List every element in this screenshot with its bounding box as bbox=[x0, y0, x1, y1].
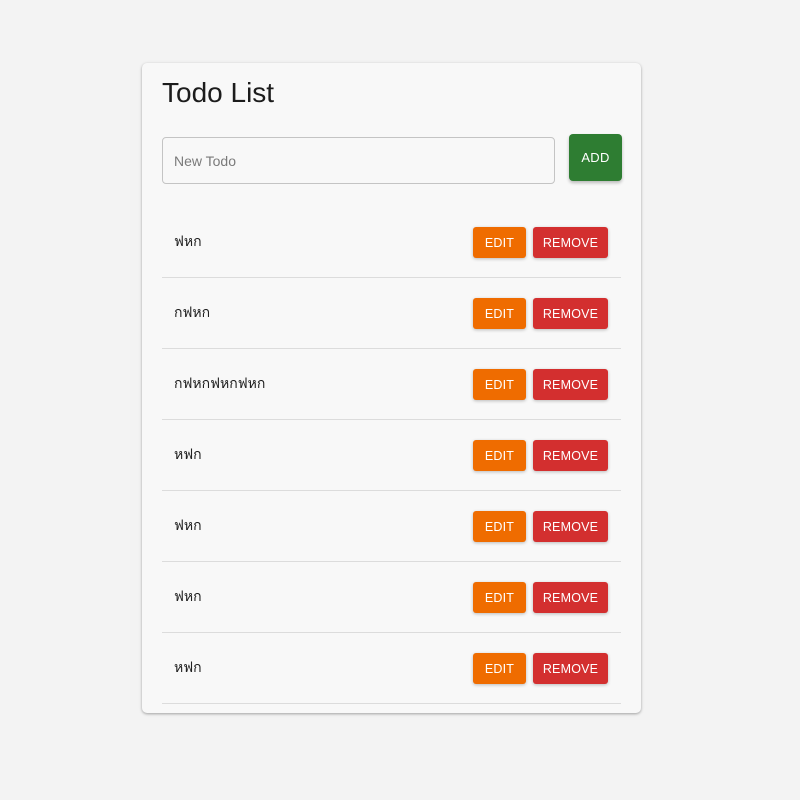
todo-text: ฟหก bbox=[174, 589, 202, 605]
edit-button[interactable]: EDIT bbox=[473, 511, 526, 542]
todo-text: ฟหก bbox=[174, 518, 202, 534]
remove-button[interactable]: REMOVE bbox=[533, 369, 608, 400]
new-todo-input[interactable] bbox=[162, 137, 555, 184]
remove-button[interactable]: REMOVE bbox=[533, 653, 608, 684]
remove-button[interactable]: REMOVE bbox=[533, 298, 608, 329]
todo-item: หฟก EDIT REMOVE bbox=[162, 420, 621, 491]
todo-text: กฟหกฟหกฟหก bbox=[174, 376, 266, 392]
add-button[interactable]: ADD bbox=[569, 134, 622, 181]
todo-item: ฟหก EDIT REMOVE bbox=[162, 491, 621, 562]
todo-text: ฟหก bbox=[174, 234, 202, 250]
remove-button[interactable]: REMOVE bbox=[533, 227, 608, 258]
todo-item: กฟหก EDIT REMOVE bbox=[162, 278, 621, 349]
edit-button[interactable]: EDIT bbox=[473, 369, 526, 400]
todo-item: หฟก EDIT REMOVE bbox=[162, 633, 621, 704]
todo-text: กฟหก bbox=[174, 305, 211, 321]
todo-list: ฟหก EDIT REMOVE กฟหก EDIT REMOVE กฟหกฟหก… bbox=[162, 207, 621, 704]
remove-button[interactable]: REMOVE bbox=[533, 511, 608, 542]
todo-card: Todo List ADD ฟหก EDIT REMOVE กฟหก EDIT … bbox=[142, 63, 641, 713]
todo-item: ฟหก EDIT REMOVE bbox=[162, 562, 621, 633]
page-title: Todo List bbox=[162, 77, 275, 108]
todo-item: กฟหกฟหกฟหก EDIT REMOVE bbox=[162, 349, 621, 420]
todo-text: หฟก bbox=[174, 660, 202, 676]
remove-button[interactable]: REMOVE bbox=[533, 582, 608, 613]
edit-button[interactable]: EDIT bbox=[473, 653, 526, 684]
edit-button[interactable]: EDIT bbox=[473, 298, 526, 329]
todo-text: หฟก bbox=[174, 447, 202, 463]
add-todo-form: ADD bbox=[162, 133, 622, 193]
edit-button[interactable]: EDIT bbox=[473, 227, 526, 258]
todo-item: ฟหก EDIT REMOVE bbox=[162, 207, 621, 278]
remove-button[interactable]: REMOVE bbox=[533, 440, 608, 471]
edit-button[interactable]: EDIT bbox=[473, 440, 526, 471]
edit-button[interactable]: EDIT bbox=[473, 582, 526, 613]
